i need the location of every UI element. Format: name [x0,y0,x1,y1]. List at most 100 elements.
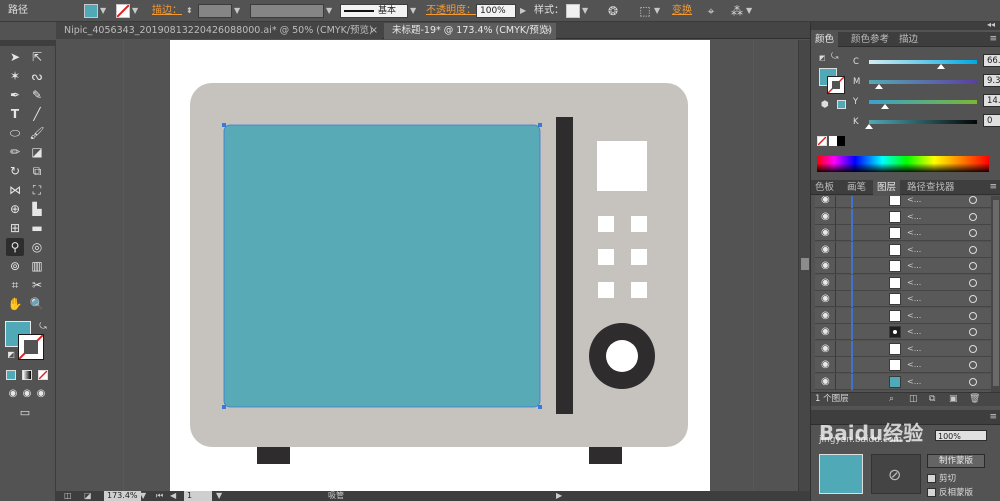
microwave-foot-right[interactable] [589,447,622,464]
visibility-eye-icon[interactable]: ◉ [821,275,830,291]
artboard-nav-icon[interactable]: ◫ [64,491,72,501]
layer-name[interactable]: <... [907,341,921,357]
magenta-slider-knob[interactable] [875,84,884,89]
artboard-dropdown-icon[interactable]: ▼ [216,491,222,501]
width-tool-icon[interactable]: ⋈ [6,181,24,199]
eyedropper-tool-icon[interactable]: ⚲ [6,238,24,256]
fill-swatch[interactable] [84,4,98,18]
cyan-value-input[interactable]: 66.8 [983,54,1000,67]
yellow-slider-knob[interactable] [881,104,890,109]
stroke-dropdown-icon[interactable]: ▼ [132,0,138,22]
shape-builder-tool-icon[interactable]: ⊕ [6,200,24,218]
default-colors-icon[interactable]: ◩ [819,54,826,62]
target-circle-icon[interactable] [969,344,977,353]
curvature-tool-icon[interactable]: ✎ [28,86,46,104]
layer-row[interactable]: ◉ <... [815,258,991,274]
layer-name[interactable]: <... [907,275,921,291]
none-mode-icon[interactable] [38,370,48,380]
variable-width-profile[interactable] [250,4,324,18]
hand-tool-icon[interactable]: ✋ [6,295,24,313]
ellipse-tool-icon[interactable]: ⬭ [6,124,24,142]
swap-colors-icon[interactable]: ⤿ [831,52,839,62]
visibility-eye-icon[interactable]: ◉ [821,324,830,340]
scrollbar-thumb[interactable] [801,258,809,270]
panel-stroke-box[interactable] [827,76,845,94]
microwave-window[interactable] [224,125,540,407]
out-of-gamut-icon[interactable]: ⬢ [821,100,829,110]
blend-tool-icon[interactable]: ◎ [28,238,46,256]
pen-tool-icon[interactable]: ✒ [6,86,24,104]
line-tool-icon[interactable]: ╱ [28,105,46,123]
panel-dock-header[interactable]: ◂◂ [811,20,1000,30]
stroke-label[interactable]: 描边： [152,0,182,22]
transform-link[interactable]: 变换 [672,0,692,22]
layer-row[interactable]: ◉ <... [815,340,991,357]
magenta-slider[interactable] [869,80,977,84]
anchor-point-tl[interactable] [222,123,226,127]
transparency-opacity-input[interactable]: 100% [935,430,987,441]
artboard-number[interactable]: 1 [184,491,212,501]
recolor-artwork-icon[interactable]: ❂ [604,0,622,22]
graphic-style-swatch[interactable] [566,4,580,18]
tab-untitled-19[interactable]: 未标题-19* @ 173.4% (CMYK/预览) × [384,23,556,39]
layer-name[interactable]: <... [907,196,921,208]
tab-stroke[interactable]: 描边 [895,32,922,47]
microwave-foot-left[interactable] [257,447,290,464]
layer-row[interactable]: ◉ <... [815,324,991,340]
style-dropdown-icon[interactable]: ▼ [582,0,588,22]
lasso-tool-icon[interactable]: ᔓ [28,67,46,85]
artboard-tool-icon[interactable]: ⌗ [6,276,24,294]
opacity-label[interactable]: 不透明度： [426,0,476,22]
layer-row[interactable]: ◉ <... [815,274,991,291]
layer-name[interactable]: <... [907,242,921,258]
black-slider-knob[interactable] [865,124,873,129]
anchor-point-br[interactable] [538,405,542,409]
align-icon[interactable]: ⬚ [636,0,654,22]
yellow-value-input[interactable]: 14.84 [983,94,1000,107]
layer-row[interactable]: ◉ <... [815,307,991,324]
direct-selection-tool-icon[interactable]: ⇱ [28,48,46,66]
rotate-tool-icon[interactable]: ↻ [6,162,24,180]
swap-fill-stroke-icon[interactable]: ⤿ [34,318,52,336]
brush-definition[interactable]: 基本 [340,4,408,18]
delete-layer-icon[interactable]: 🗑 [969,393,980,406]
slice-tool-icon[interactable]: ✂ [28,276,46,294]
microwave-button[interactable] [598,282,614,298]
visibility-eye-icon[interactable]: ◉ [821,196,830,208]
anchor-point-tr[interactable] [538,123,542,127]
selection-tool-icon[interactable]: ➤ [6,48,24,66]
target-circle-icon[interactable] [969,196,977,204]
layer-row[interactable]: ◉ <... [815,357,991,373]
brush-dropdown-icon[interactable]: ▼ [410,0,416,22]
color-spectrum-bar[interactable] [817,156,989,172]
tab-swatches[interactable]: 色板 [811,180,838,195]
scrollbar-thumb[interactable] [993,200,999,386]
visibility-eye-icon[interactable]: ◉ [821,258,830,274]
symbol-sprayer-tool-icon[interactable]: ⊚ [6,257,24,275]
anchor-point-bl[interactable] [222,405,226,409]
new-sublayer-icon[interactable]: ⧉ [929,393,935,406]
layer-row[interactable]: ◉ <... [815,291,991,307]
scale-tool-icon[interactable]: ⧉ [28,162,46,180]
target-circle-icon[interactable] [969,295,977,303]
black-swatch[interactable] [837,136,845,146]
tab-layers[interactable]: 图层 [873,180,901,195]
tab-nipic-document[interactable]: Nipic_4056343_20190813220426088000.ai* @… [56,23,382,39]
layer-row[interactable]: ◉ <... [815,373,991,390]
panel-menu-icon[interactable]: ≡ [989,180,997,195]
target-circle-icon[interactable] [969,212,977,221]
prev-artboard-icon[interactable]: ◀ [170,491,176,501]
target-circle-icon[interactable] [969,377,977,386]
tab-pathfinder[interactable]: 路径查找器 [903,180,959,195]
screen-mode-icon[interactable]: ▭ [16,404,34,422]
visibility-eye-icon[interactable]: ◉ [821,341,830,357]
stroke-weight-stepper-icon[interactable]: ⬍ [186,0,193,22]
microwave-button[interactable] [598,249,614,265]
new-layer-icon[interactable]: ▣ [949,393,958,406]
tools-panel-grip[interactable] [0,40,56,46]
tab-color-guide[interactable]: 颜色参考 [847,32,893,47]
eraser-tool-icon[interactable]: ◪ [28,143,46,161]
close-icon[interactable]: × [544,23,552,38]
status-menu-icon[interactable]: ▶ [556,491,562,501]
layer-name[interactable]: <... [907,258,921,274]
